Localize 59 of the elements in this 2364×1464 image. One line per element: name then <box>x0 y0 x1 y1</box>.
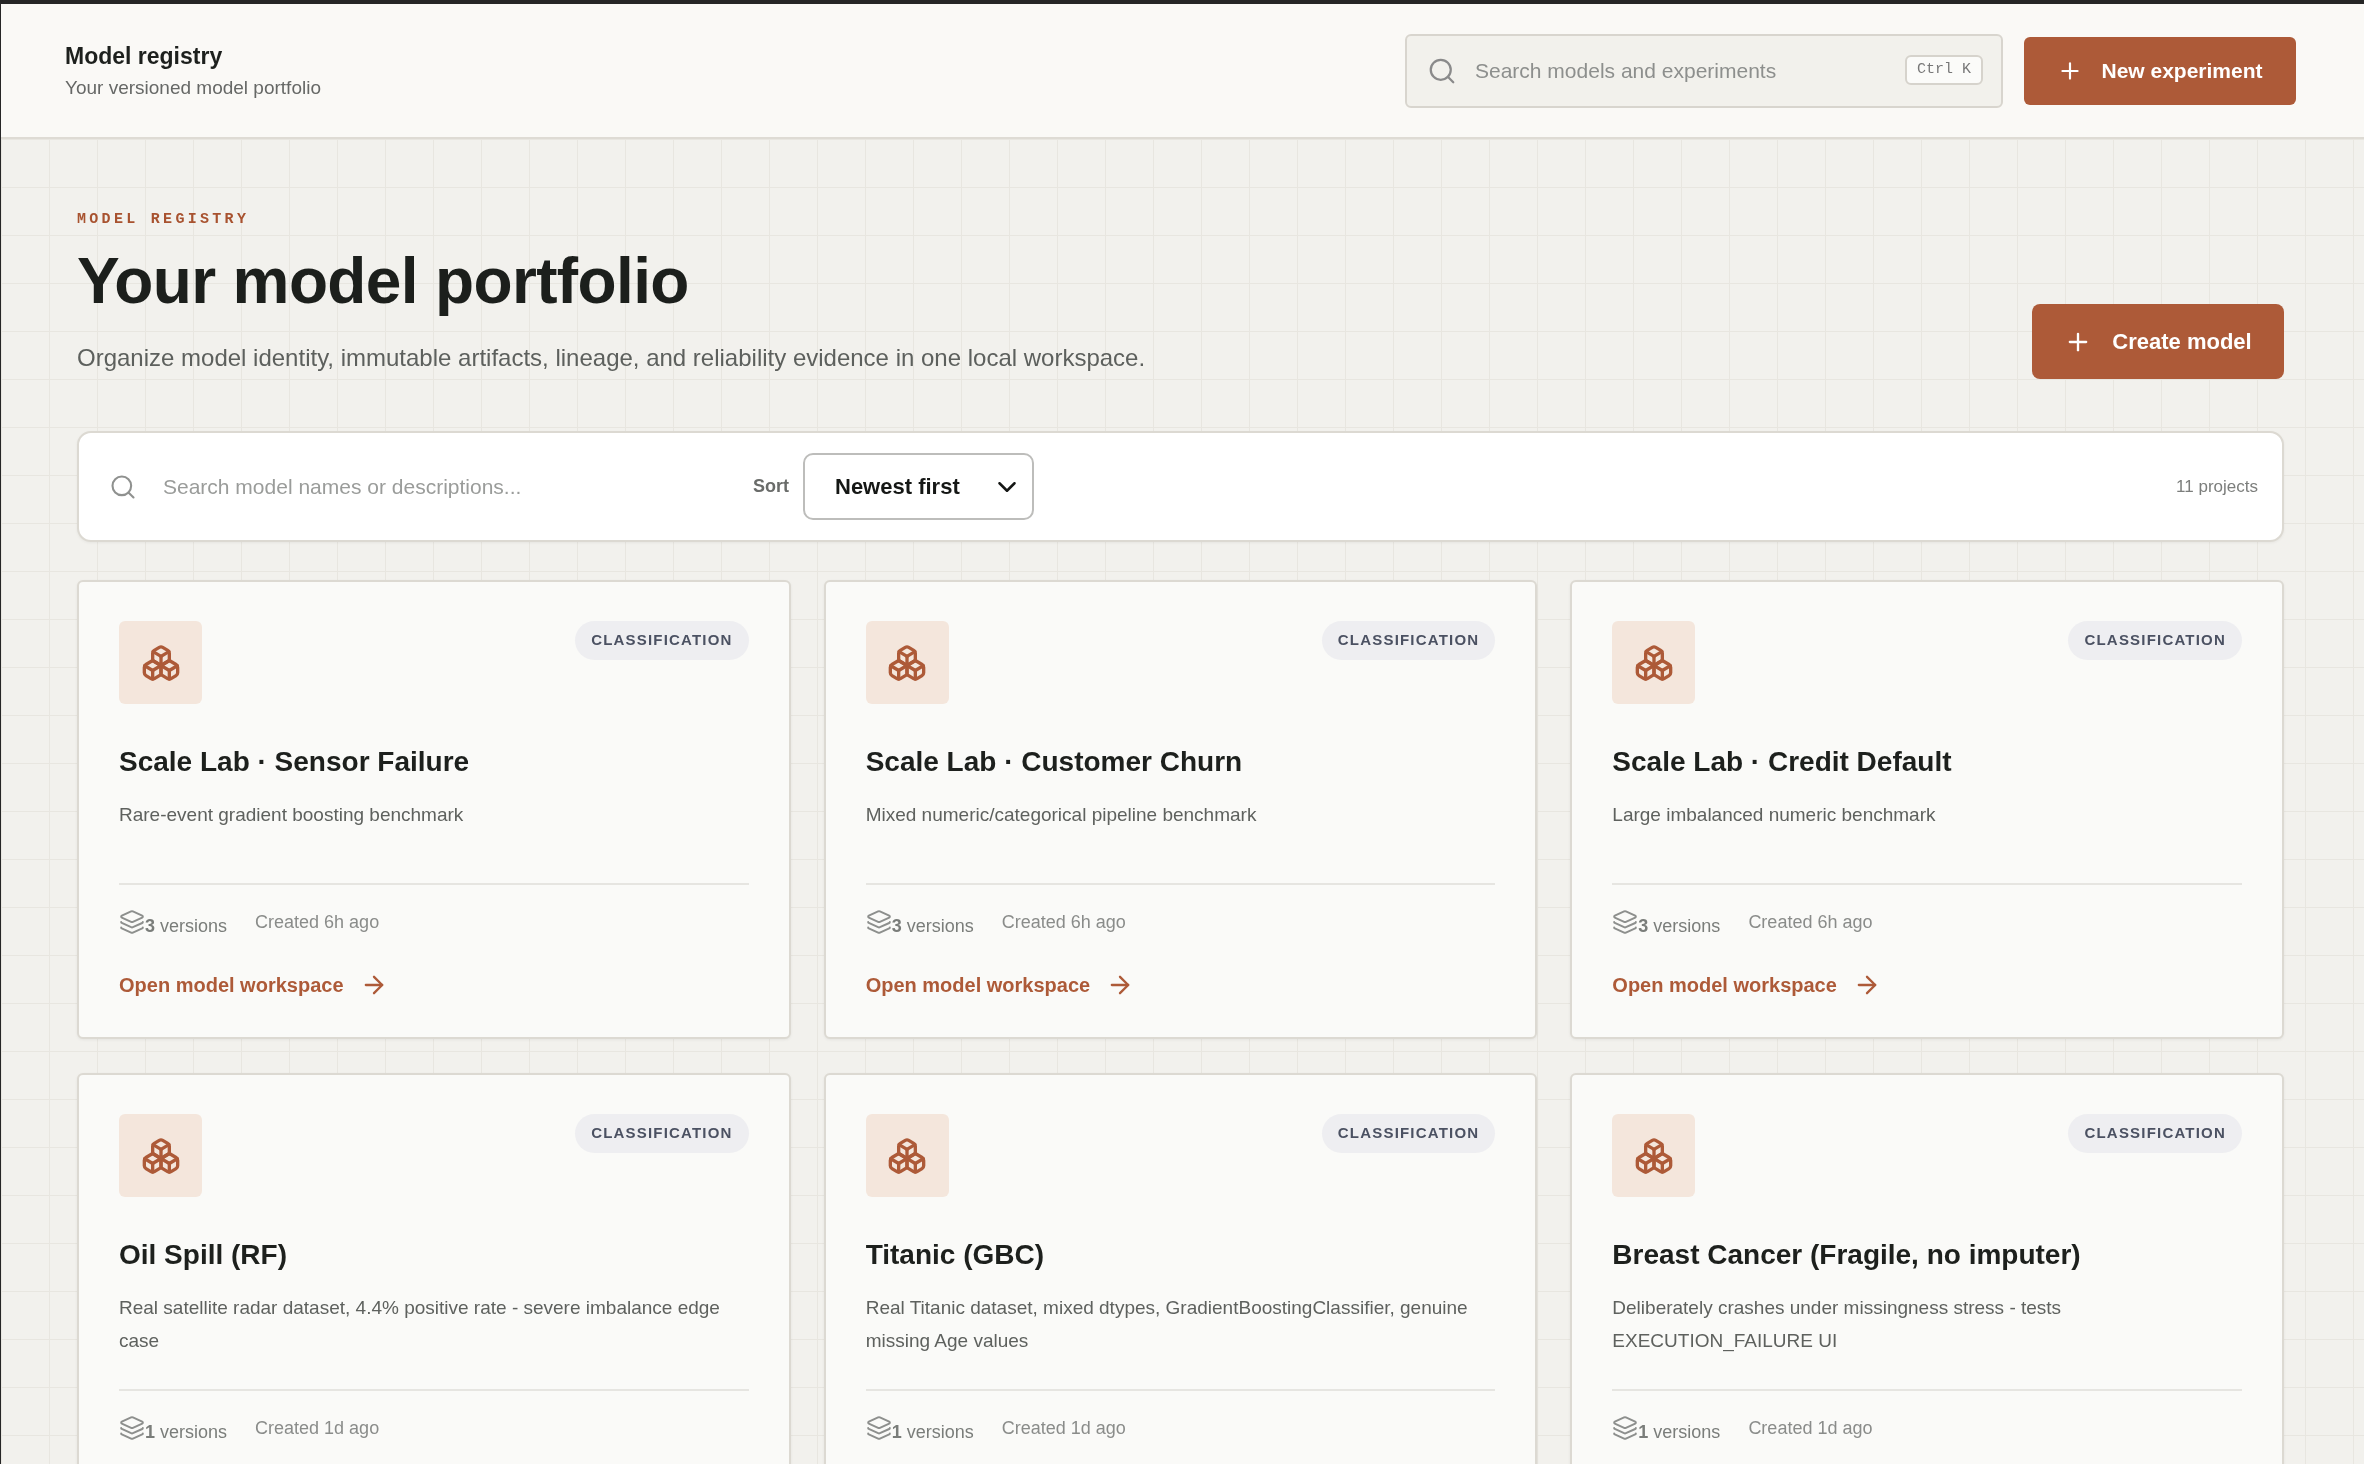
new-experiment-button[interactable]: New experiment <box>2024 36 2296 105</box>
model-title: Scale Lab · Credit Default <box>1612 746 1953 778</box>
search-icon <box>109 472 137 501</box>
model-title: Scale Lab · Sensor Failure <box>119 746 471 778</box>
page-title: Your model portfolio <box>77 245 690 317</box>
cubes-icon <box>119 1114 202 1197</box>
shortcut-key: Ctrl K <box>1905 54 1983 85</box>
created-time: Created 6h ago <box>255 912 380 933</box>
model-description: Real satellite radar dataset, 4.4% positive rate - severe imbalance edge case <box>119 1296 721 1353</box>
version-count: 3 versions <box>145 916 228 937</box>
app-title: Model registry <box>65 41 224 70</box>
category-badge: CLASSIFICATION <box>2068 621 2242 660</box>
created-time: Created 1d ago <box>1748 1418 1873 1439</box>
created-time: Created 6h ago <box>1001 912 1126 933</box>
cubes-icon <box>1612 621 1696 704</box>
created-time: Created 6h ago <box>1748 912 1873 933</box>
model-title: Oil Spill (RF) <box>119 1239 288 1271</box>
layers-icon <box>1612 1415 1639 1441</box>
sort-select[interactable]: Newest first <box>803 453 1034 520</box>
cubes-icon <box>1612 1114 1696 1197</box>
created-time: Created 1d ago <box>255 1418 380 1439</box>
app-subtitle: Your versioned model portfolio <box>65 75 321 100</box>
layers-icon <box>119 1415 145 1441</box>
layers-icon <box>865 1415 892 1441</box>
created-time: Created 1d ago <box>1001 1418 1126 1439</box>
search-input[interactable]: Search model names or descriptions... <box>163 470 733 503</box>
version-count: 1 versions <box>1638 1422 1721 1443</box>
open-workspace-link[interactable]: Open model workspace <box>1612 971 1881 999</box>
cubes-icon <box>865 1114 949 1197</box>
model-title: Titanic (GBC) <box>865 1239 1046 1271</box>
chevron-down-icon <box>998 481 1016 492</box>
version-count: 3 versions <box>891 916 974 937</box>
open-workspace-link[interactable]: Open model workspace <box>119 971 388 999</box>
model-description: Rare-event gradient boosting benchmark <box>119 803 465 827</box>
model-description: Deliberately crashes under missingness stress - tests EXECUTION_FAILURE UI <box>1612 1296 2063 1354</box>
model-title: Breast Cancer (Fragile, no imputer) <box>1612 1239 2082 1271</box>
open-workspace-link[interactable]: Open model workspace <box>865 971 1135 999</box>
cubes-icon <box>119 621 202 704</box>
layers-icon <box>865 909 892 935</box>
category-badge: CLASSIFICATION <box>575 621 749 660</box>
version-count: 3 versions <box>1638 916 1721 937</box>
section-eyebrow: MODEL REGISTRY <box>77 211 251 229</box>
model-description: Large imbalanced numeric benchmark <box>1612 803 1937 827</box>
model-description: Mixed numeric/categorical pipeline benchmark <box>865 803 1258 827</box>
category-badge: CLASSIFICATION <box>1321 621 1496 660</box>
create-model-button[interactable]: Create model <box>2032 304 2284 379</box>
layers-icon <box>119 909 145 935</box>
sort-label: Sort <box>753 475 789 498</box>
layers-icon <box>1612 909 1639 935</box>
version-count: 1 versions <box>145 1422 228 1443</box>
model-title: Scale Lab · Customer Churn <box>865 746 1244 778</box>
version-count: 1 versions <box>891 1422 974 1443</box>
page-description: Organize model identity, immutable artifacts, lineage, and reliability evidence in one local workspace. <box>77 343 1146 373</box>
category-badge: CLASSIFICATION <box>1321 1114 1496 1153</box>
project-count: 11 projects <box>2176 475 2258 498</box>
category-badge: CLASSIFICATION <box>2068 1114 2242 1153</box>
model-description: Real Titanic dataset, mixed dtypes, GradientBoostingClassifier, genuine missing Age values <box>865 1296 1469 1353</box>
category-badge: CLASSIFICATION <box>575 1114 749 1153</box>
cubes-icon <box>865 621 949 704</box>
